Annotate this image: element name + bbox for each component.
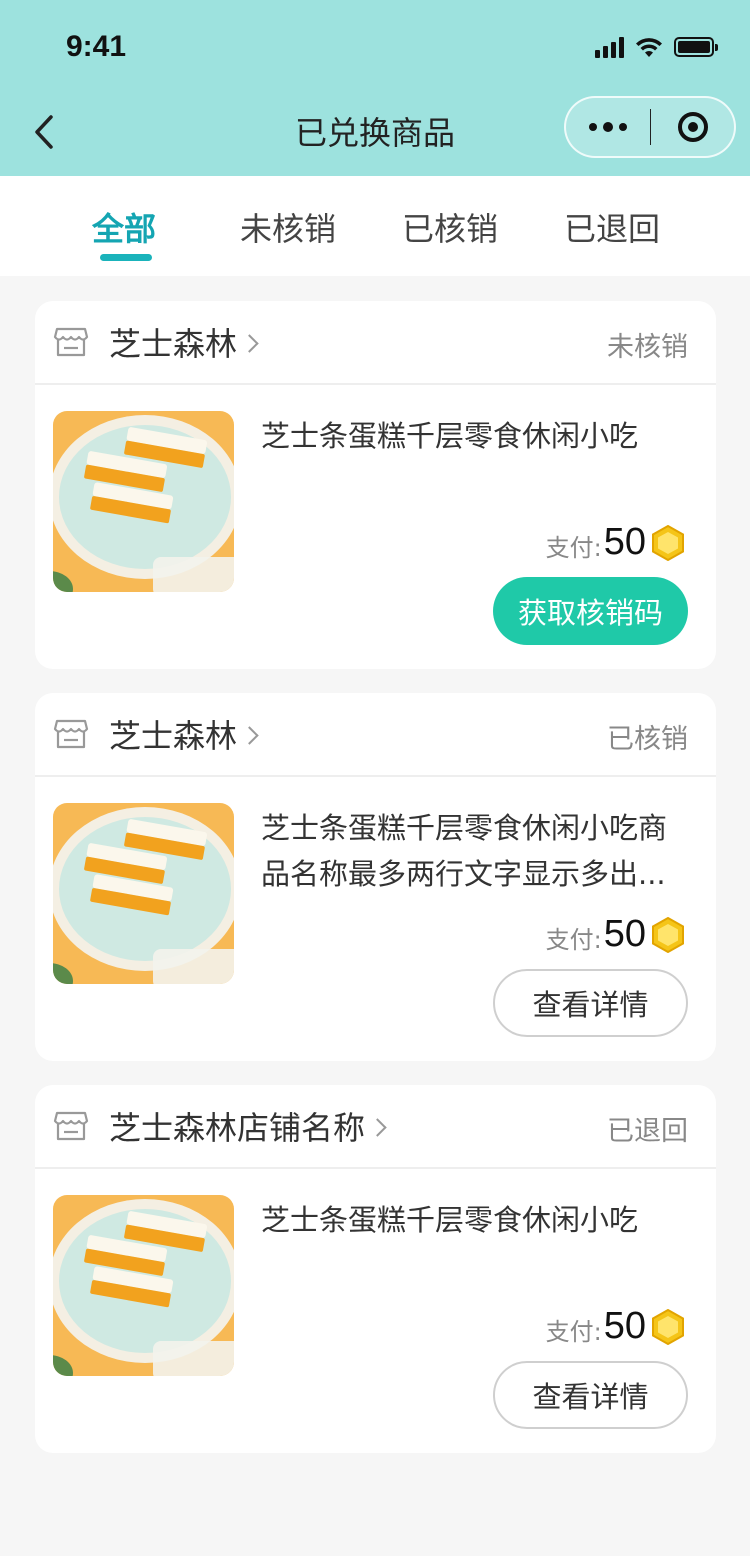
pay-amount: 50 — [603, 521, 646, 563]
store-icon — [53, 1111, 89, 1141]
pay-label: 支付: — [545, 926, 602, 954]
tab-unverified[interactable]: 未核销 — [240, 204, 336, 250]
order-card: 芝士森林店铺名称 已退回 芝士条蛋糕千层零食休闲小吃 支付: 50 查看详情 — [35, 1085, 716, 1453]
coin-icon — [652, 1308, 684, 1345]
store-icon — [53, 719, 89, 749]
chevron-right-icon — [368, 1117, 387, 1137]
more-dots-icon — [589, 123, 598, 131]
order-status: 已退回 — [607, 1116, 688, 1147]
signal-icon — [595, 36, 624, 58]
chevron-right-icon — [240, 725, 259, 745]
product-image[interactable] — [53, 411, 234, 592]
order-card: 芝士森林 未核销 芝士条蛋糕千层零食休闲小吃 支付: 50 获取核销码 — [35, 301, 716, 669]
more-dots-icon — [619, 123, 628, 131]
coin-icon — [652, 916, 684, 953]
view-details-button[interactable]: 查看详情 — [493, 1361, 688, 1429]
close-mini-program-button[interactable] — [651, 98, 734, 156]
product-image[interactable] — [53, 1195, 234, 1376]
status-icons — [595, 34, 718, 60]
coin-icon — [652, 524, 684, 561]
store-name-link[interactable]: 芝士森林 — [109, 711, 259, 757]
product-title[interactable]: 芝士条蛋糕千层零食休闲小吃 — [261, 413, 691, 459]
card-header: 芝士森林 未核销 — [35, 301, 716, 385]
pay-amount: 50 — [603, 913, 646, 955]
store-name: 芝士森林 — [109, 717, 238, 755]
header: 9:41 已兑换商品 — [0, 0, 750, 176]
wifi-icon — [636, 38, 662, 57]
more-dots-icon — [603, 122, 614, 132]
pay-amount: 50 — [603, 1305, 646, 1347]
tab-verified[interactable]: 已核销 — [402, 204, 498, 250]
tab-returned[interactable]: 已退回 — [564, 204, 660, 250]
more-button[interactable] — [566, 98, 650, 156]
store-name-link[interactable]: 芝士森林 — [109, 319, 259, 365]
pay-label: 支付: — [545, 534, 602, 562]
payment-info: 支付: 50 — [546, 521, 686, 564]
pay-label: 支付: — [545, 1318, 602, 1346]
store-name: 芝士森林 — [109, 325, 238, 363]
store-name-link[interactable]: 芝士森林店铺名称 — [109, 1103, 387, 1149]
status-time: 9:41 — [66, 30, 127, 63]
order-card: 芝士森林 已核销 芝士条蛋糕千层零食休闲小吃商品名称最多两行文字显示多出... … — [35, 693, 716, 1061]
mini-program-capsule — [564, 96, 736, 158]
chevron-right-icon — [240, 333, 259, 353]
card-header: 芝士森林 已核销 — [35, 693, 716, 777]
get-verification-code-button[interactable]: 获取核销码 — [493, 577, 688, 645]
product-title[interactable]: 芝士条蛋糕千层零食休闲小吃商品名称最多两行文字显示多出... — [261, 805, 691, 897]
payment-info: 支付: 50 — [546, 1305, 686, 1348]
active-tab-indicator — [100, 254, 152, 261]
store-name: 芝士森林店铺名称 — [109, 1109, 366, 1147]
view-details-button[interactable]: 查看详情 — [493, 969, 688, 1037]
order-status: 已核销 — [607, 724, 688, 755]
tab-bar: 全部 未核销 已核销 已退回 — [0, 176, 750, 276]
tab-all[interactable]: 全部 — [92, 204, 156, 250]
battery-icon — [674, 37, 718, 57]
store-icon — [53, 327, 89, 357]
order-status: 未核销 — [607, 332, 688, 363]
product-image[interactable] — [53, 803, 234, 984]
target-icon — [677, 112, 708, 142]
card-header: 芝士森林店铺名称 已退回 — [35, 1085, 716, 1169]
payment-info: 支付: 50 — [546, 913, 686, 956]
product-title[interactable]: 芝士条蛋糕千层零食休闲小吃 — [261, 1197, 691, 1243]
